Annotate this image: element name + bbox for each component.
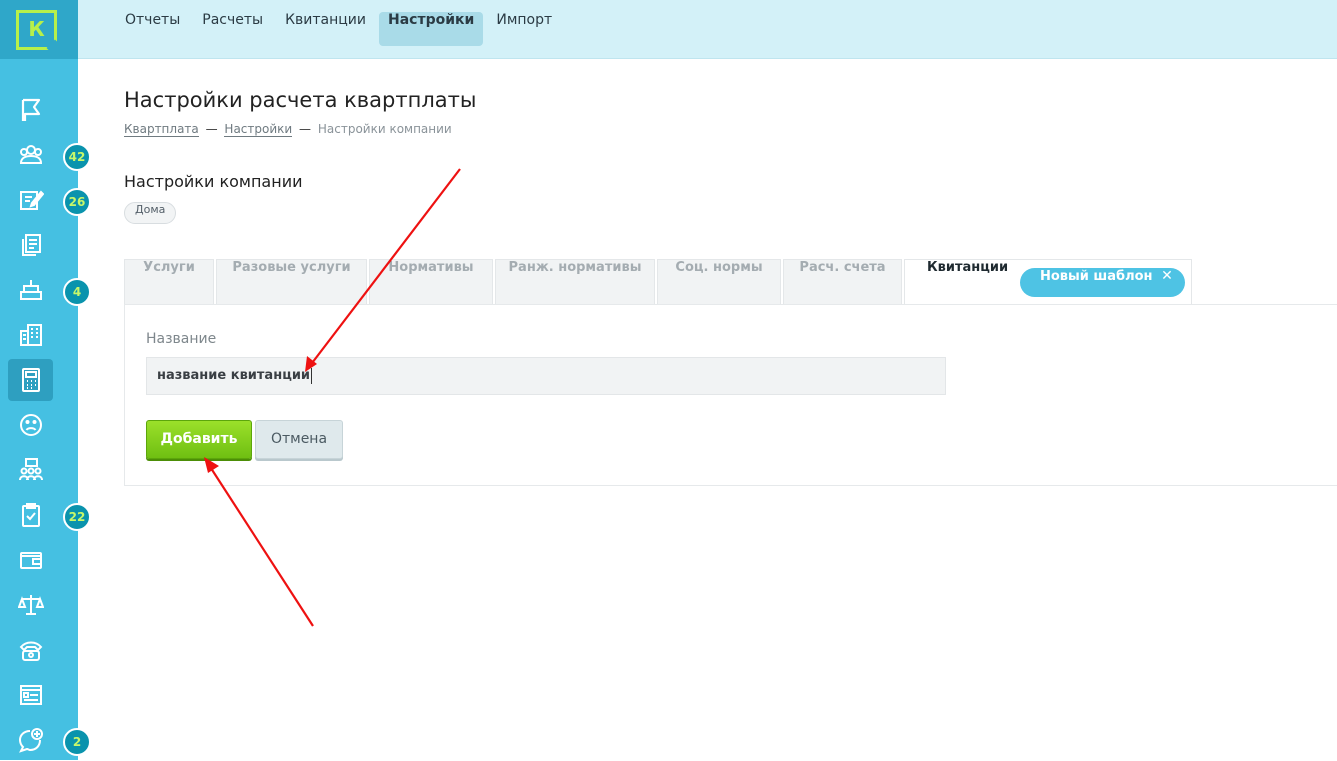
top-navigation-bar: Отчеты Расчеты Квитанции Настройки Импор…	[78, 0, 1337, 59]
tab-social-norms[interactable]: Соц. нормы	[657, 259, 781, 305]
sidebar-item-tasks[interactable]	[8, 494, 53, 536]
app-logo[interactable]: К	[0, 0, 78, 59]
tab-one-time-services[interactable]: Разовые услуги	[216, 259, 367, 305]
people-group-icon	[19, 145, 42, 164]
topnav-reports[interactable]: Отчеты	[116, 12, 189, 46]
breadcrumb-current: Настройки компании	[317, 122, 452, 136]
add-button[interactable]: Добавить	[146, 420, 252, 459]
name-input-value: название квитанции	[157, 368, 311, 383]
sidebar-badge-residents: 42	[63, 143, 91, 171]
breadcrumb-link-settings[interactable]: Настройки	[224, 122, 293, 137]
sidebar-item-calculator[interactable]	[8, 359, 53, 401]
calculator-icon	[21, 368, 40, 392]
tab-receipts-label: Квитанции	[927, 260, 1009, 275]
sidebar-item-residents[interactable]	[8, 134, 53, 176]
phone-icon	[19, 641, 42, 661]
sidebar-badge-chat: 2	[63, 728, 91, 756]
chat-plus-icon	[18, 728, 43, 753]
logo-mark: К	[16, 10, 57, 50]
topnav-import[interactable]: Импорт	[487, 12, 561, 46]
breadcrumb-separator: —	[205, 122, 218, 136]
tab-ranged-norms[interactable]: Ранж. нормативы	[495, 259, 655, 305]
sidebar-item-events[interactable]	[8, 269, 53, 311]
edit-note-icon	[19, 190, 44, 210]
sidebar-badge-requests: 26	[63, 188, 91, 216]
sad-face-icon	[19, 414, 42, 436]
sidebar: К 42 26 4 22 2	[0, 0, 91, 761]
breadcrumb: Квартплата — Настройки — Настройки компа…	[124, 122, 452, 137]
scales-icon	[17, 595, 44, 615]
close-icon[interactable]: ✕	[1161, 268, 1173, 284]
houses-chip[interactable]: Дома	[124, 202, 177, 224]
new-template-label: Новый шаблон	[1040, 269, 1153, 284]
sidebar-item-documents[interactable]	[8, 224, 53, 266]
name-input[interactable]: название квитанции	[146, 357, 946, 395]
cake-icon	[19, 280, 42, 300]
sidebar-item-flag[interactable]	[8, 89, 53, 131]
section-title: Настройки компании	[124, 172, 303, 191]
team-chat-icon	[18, 458, 43, 481]
top-nav: Отчеты Расчеты Квитанции Настройки Импор…	[116, 12, 561, 46]
breadcrumb-separator: —	[299, 122, 312, 136]
sidebar-item-legal[interactable]	[8, 584, 53, 626]
sidebar-item-forms[interactable]	[8, 674, 53, 716]
breadcrumb-link-rent[interactable]: Квартплата	[124, 122, 199, 137]
text-cursor	[311, 367, 313, 384]
sidebar-item-chat[interactable]	[8, 719, 53, 761]
sidebar-item-buildings[interactable]	[8, 314, 53, 356]
topnav-settings[interactable]: Настройки	[379, 12, 484, 46]
sidebar-badge-tasks: 22	[63, 503, 91, 531]
tab-services[interactable]: Услуги	[124, 259, 214, 305]
form-window-icon	[19, 685, 42, 705]
sidebar-badge-events: 4	[63, 278, 91, 306]
sidebar-item-team[interactable]	[8, 449, 53, 491]
sidebar-item-wallet[interactable]	[8, 539, 53, 581]
cancel-button[interactable]: Отмена	[255, 420, 343, 459]
buildings-icon	[19, 324, 42, 346]
logo-letter: К	[28, 17, 45, 41]
new-template-pill[interactable]: Новый шаблон ✕	[1020, 268, 1185, 297]
page-title: Настройки расчета квартплаты	[124, 88, 477, 112]
name-field-label: Название	[146, 331, 217, 347]
clipboard-check-icon	[21, 503, 40, 527]
tab-norms[interactable]: Нормативы	[369, 259, 493, 305]
sidebar-item-requests[interactable]	[8, 179, 53, 221]
tab-bank-accounts[interactable]: Расч. счета	[783, 259, 902, 305]
topnav-calculations[interactable]: Расчеты	[193, 12, 272, 46]
flag-icon	[21, 98, 40, 121]
topnav-receipts[interactable]: Квитанции	[276, 12, 375, 46]
sidebar-item-phone[interactable]	[8, 629, 53, 671]
documents-icon	[21, 234, 41, 256]
sidebar-item-complaints[interactable]	[8, 404, 53, 446]
wallet-icon	[19, 552, 42, 569]
